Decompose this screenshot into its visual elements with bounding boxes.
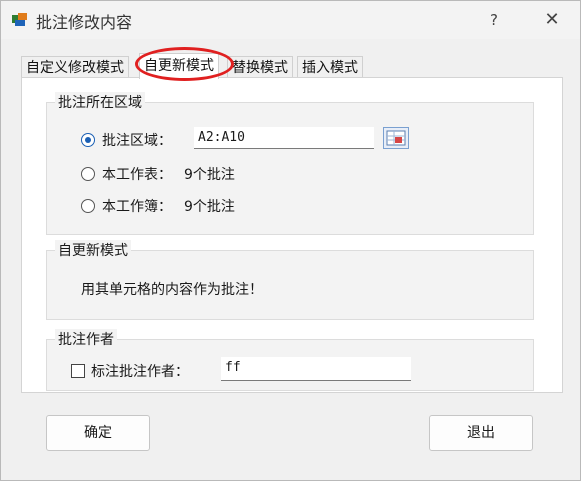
author-checkbox[interactable] xyxy=(71,364,85,378)
author-group: 批注作者 标注批注作者： ff xyxy=(46,329,534,391)
comment-range-label: 批注区域： xyxy=(102,133,172,149)
tab-panel: 批注所在区域 批注区域： A2:A10 本工作表： 9个批注 本工作簿： 9个批… xyxy=(21,77,563,451)
range-input[interactable]: A2:A10 xyxy=(194,127,374,149)
tab-insert[interactable]: 插入模式 xyxy=(297,56,363,79)
author-input[interactable]: ff xyxy=(221,357,411,381)
tab-auto-update[interactable]: 自更新模式 xyxy=(139,53,219,79)
ok-button[interactable]: 确定 xyxy=(46,415,150,451)
help-button[interactable]: ? xyxy=(479,8,509,32)
author-group-title: 批注作者 xyxy=(55,329,117,349)
tab-custom-modify[interactable]: 自定义修改模式 xyxy=(21,56,129,79)
mode-group: 自更新模式 用其单元格的内容作为批注！ xyxy=(46,240,534,320)
radio-this-sheet[interactable] xyxy=(81,167,95,181)
title-bar: 批注修改内容 ? ✕ xyxy=(1,1,580,39)
close-button[interactable]: ✕ xyxy=(537,8,567,32)
mode-group-title: 自更新模式 xyxy=(55,240,131,260)
range-group-title: 批注所在区域 xyxy=(55,92,145,112)
this-workbook-count: 9个批注 xyxy=(184,199,235,215)
this-workbook-label: 本工作簿： xyxy=(102,199,172,215)
tab-replace[interactable]: 替换模式 xyxy=(227,56,293,79)
range-select-icon xyxy=(386,130,406,146)
mode-description: 用其单元格的内容作为批注！ xyxy=(81,282,263,298)
this-sheet-label: 本工作表： xyxy=(102,167,172,183)
this-sheet-count: 9个批注 xyxy=(184,167,235,183)
radio-comment-range[interactable] xyxy=(81,133,95,147)
exit-button[interactable]: 退出 xyxy=(429,415,533,451)
range-select-button[interactable] xyxy=(383,127,409,149)
range-group: 批注所在区域 批注区域： A2:A10 本工作表： 9个批注 本工作簿： 9个批… xyxy=(46,92,534,235)
dialog-window: 批注修改内容 ? ✕ 自定义修改模式 自更新模式 替换模式 插入模式 批注所在区… xyxy=(0,0,581,481)
window-title: 批注修改内容 xyxy=(36,13,133,32)
app-icon xyxy=(12,11,28,27)
author-checkbox-label: 标注批注作者： xyxy=(91,364,189,380)
radio-this-workbook[interactable] xyxy=(81,199,95,213)
